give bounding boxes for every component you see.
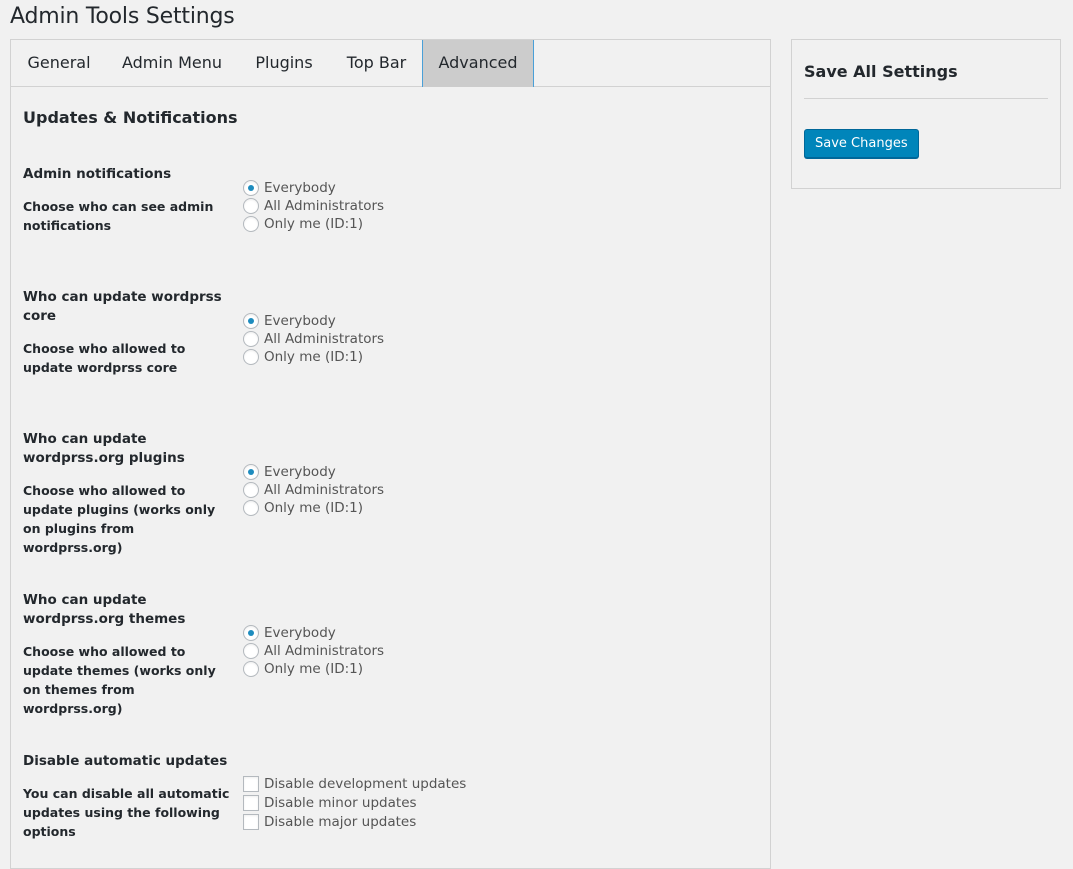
update-themes-everybody-option[interactable]: Everybody	[243, 624, 336, 642]
admin-notifications-description: Choose who can see admin notifications	[23, 199, 214, 233]
update-plugins-everybody-option[interactable]: Everybody	[243, 463, 336, 481]
radio-button[interactable]	[243, 180, 259, 196]
update-core-admins-option[interactable]: All Administrators	[243, 330, 384, 348]
radio-button[interactable]	[243, 331, 259, 347]
save-settings-title: Save All Settings	[804, 62, 958, 81]
admin-notifications-everybody-option[interactable]: Everybody	[243, 179, 336, 197]
disable-development-updates-option[interactable]: Disable development updates	[243, 775, 466, 793]
update-themes-admins-option[interactable]: All Administrators	[243, 642, 384, 660]
radio-button[interactable]	[243, 625, 259, 641]
admin-notifications-admins-option[interactable]: All Administrators	[243, 197, 384, 215]
radio-button[interactable]	[243, 349, 259, 365]
radio-button[interactable]	[243, 500, 259, 516]
settings-panel: General Admin Menu Plugins Top Bar Advan…	[10, 39, 771, 869]
update-themes-description: Choose who allowed to update themes (wor…	[23, 644, 216, 716]
save-changes-button[interactable]: Save Changes	[804, 129, 919, 158]
admin-notifications-only-me-option[interactable]: Only me (ID:1)	[243, 215, 363, 233]
disable-minor-updates-option[interactable]: Disable minor updates	[243, 794, 417, 812]
tab-admin-menu[interactable]: Admin Menu	[107, 40, 237, 87]
update-core-description: Choose who allowed to update wordprss co…	[23, 341, 186, 375]
tab-top-bar[interactable]: Top Bar	[331, 40, 422, 87]
update-core-only-me-option[interactable]: Only me (ID:1)	[243, 348, 363, 366]
checkbox[interactable]	[243, 776, 259, 792]
update-core-everybody-option[interactable]: Everybody	[243, 312, 336, 330]
radio-button[interactable]	[243, 464, 259, 480]
disable-major-updates-option[interactable]: Disable major updates	[243, 813, 416, 831]
update-plugins-description: Choose who allowed to update plugins (wo…	[23, 483, 216, 555]
update-plugins-only-me-option[interactable]: Only me (ID:1)	[243, 499, 363, 517]
save-settings-box: Save All Settings Save Changes	[791, 39, 1061, 189]
update-plugins-title: Who can update wordprss.org plugins	[23, 431, 185, 466]
disable-updates-description: You can disable all automatic updates us…	[23, 786, 230, 839]
page-title: Admin Tools Settings	[10, 4, 235, 29]
checkbox[interactable]	[243, 795, 259, 811]
radio-button[interactable]	[243, 482, 259, 498]
checkbox[interactable]	[243, 814, 259, 830]
radio-button[interactable]	[243, 198, 259, 214]
update-core-title: Who can update wordprss core	[23, 289, 222, 324]
tab-bar: General Admin Menu Plugins Top Bar Advan…	[11, 40, 770, 87]
tab-advanced[interactable]: Advanced	[422, 40, 534, 87]
disable-updates-title: Disable automatic updates	[23, 753, 228, 769]
update-plugins-admins-option[interactable]: All Administrators	[243, 481, 384, 499]
radio-button[interactable]	[243, 661, 259, 677]
tab-plugins[interactable]: Plugins	[237, 40, 331, 87]
radio-button[interactable]	[243, 313, 259, 329]
radio-button[interactable]	[243, 216, 259, 232]
section-title: Updates & Notifications	[23, 108, 238, 127]
divider	[804, 98, 1048, 99]
admin-notifications-title: Admin notifications	[23, 166, 172, 182]
update-themes-title: Who can update wordprss.org themes	[23, 592, 186, 627]
tab-general[interactable]: General	[11, 40, 107, 87]
update-themes-only-me-option[interactable]: Only me (ID:1)	[243, 660, 363, 678]
radio-button[interactable]	[243, 643, 259, 659]
